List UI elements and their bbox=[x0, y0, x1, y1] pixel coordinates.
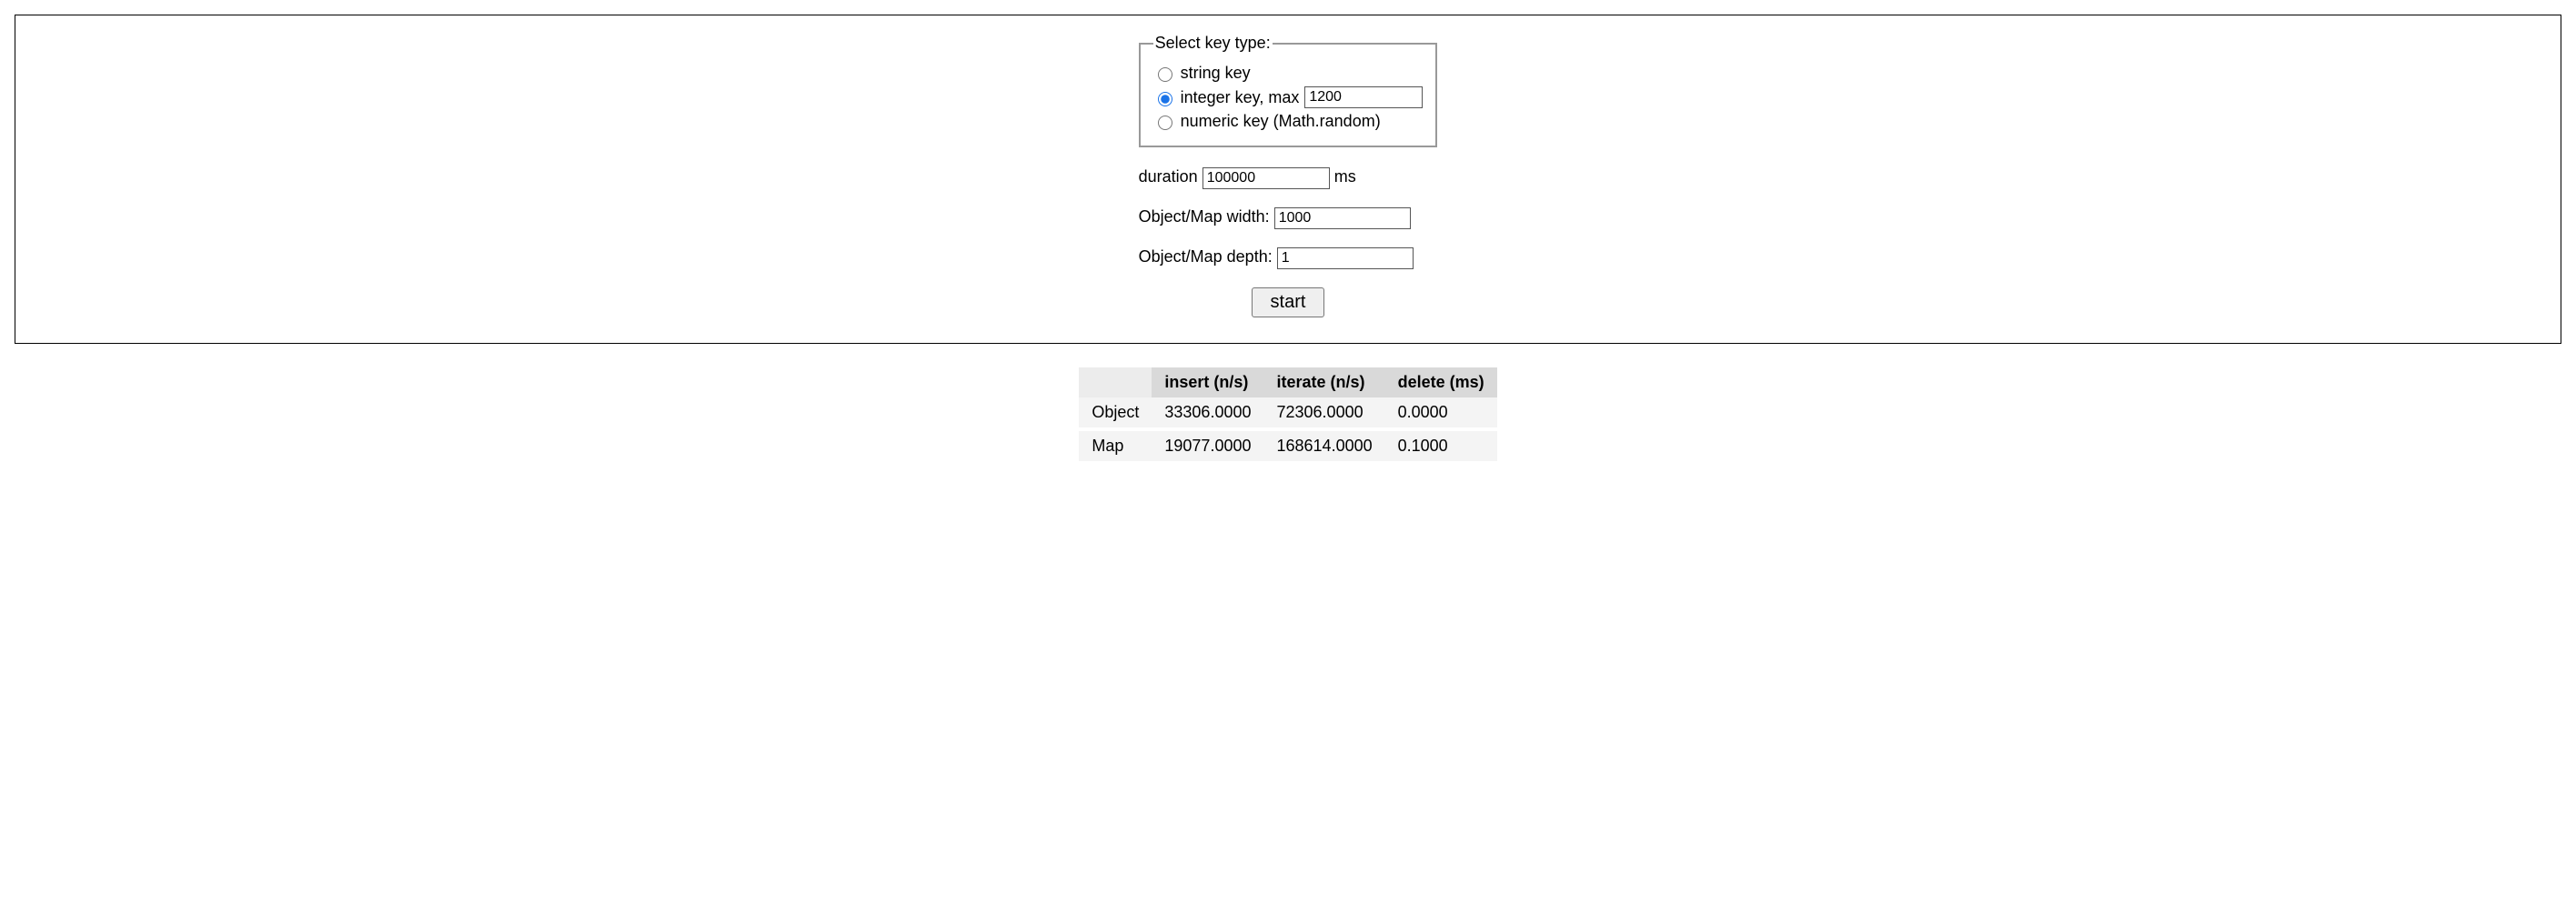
depth-label: Object/Map depth: bbox=[1139, 247, 1273, 266]
table-row: Object 33306.0000 72306.0000 0.0000 bbox=[1079, 397, 1496, 429]
integer-max-input[interactable] bbox=[1304, 86, 1423, 108]
duration-row: duration ms bbox=[1139, 167, 1438, 189]
radio-numeric-key[interactable] bbox=[1158, 116, 1172, 130]
cell-insert: 19077.0000 bbox=[1152, 429, 1263, 461]
cell-delete: 0.0000 bbox=[1385, 397, 1497, 429]
key-type-legend: Select key type: bbox=[1153, 34, 1273, 53]
radio-integer-key[interactable] bbox=[1158, 92, 1172, 106]
col-delete: delete (ms) bbox=[1385, 367, 1497, 397]
row-name: Map bbox=[1079, 429, 1152, 461]
duration-label-post: ms bbox=[1334, 167, 1356, 186]
config-panel: Select key type: string key integer key,… bbox=[15, 15, 2561, 344]
table-corner bbox=[1079, 367, 1152, 397]
radio-string-key[interactable] bbox=[1158, 67, 1172, 82]
depth-row: Object/Map depth: bbox=[1139, 247, 1438, 269]
duration-label-pre: duration bbox=[1139, 167, 1198, 186]
width-row: Object/Map width: bbox=[1139, 207, 1438, 229]
radio-string-key-label[interactable]: string key bbox=[1181, 64, 1251, 83]
depth-input[interactable] bbox=[1277, 247, 1414, 269]
table-row: Map 19077.0000 168614.0000 0.1000 bbox=[1079, 429, 1496, 461]
cell-iterate: 72306.0000 bbox=[1264, 397, 1385, 429]
col-insert: insert (n/s) bbox=[1152, 367, 1263, 397]
width-label: Object/Map width: bbox=[1139, 207, 1270, 226]
results-table: insert (n/s) iterate (n/s) delete (ms) O… bbox=[1079, 367, 1496, 461]
row-name: Object bbox=[1079, 397, 1152, 429]
key-type-fieldset: Select key type: string key integer key,… bbox=[1139, 34, 1438, 147]
radio-numeric-key-label[interactable]: numeric key (Math.random) bbox=[1181, 112, 1381, 131]
cell-insert: 33306.0000 bbox=[1152, 397, 1263, 429]
start-button[interactable]: start bbox=[1252, 287, 1325, 317]
duration-input[interactable] bbox=[1202, 167, 1330, 189]
width-input[interactable] bbox=[1274, 207, 1411, 229]
cell-iterate: 168614.0000 bbox=[1264, 429, 1385, 461]
radio-integer-key-label[interactable]: integer key, max bbox=[1181, 88, 1300, 107]
cell-delete: 0.1000 bbox=[1385, 429, 1497, 461]
col-iterate: iterate (n/s) bbox=[1264, 367, 1385, 397]
